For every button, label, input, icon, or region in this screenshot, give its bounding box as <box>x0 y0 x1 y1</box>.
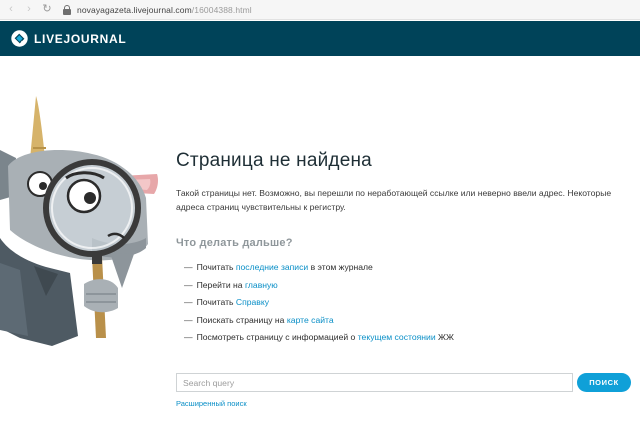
url-host: novayagazeta.livejournal.com <box>77 4 192 15</box>
list-item: — Почитать последние записи в этом журнал… <box>184 262 373 272</box>
site-header: LIVEJOURNAL <box>0 21 640 56</box>
list-item: — Посмотреть страницу с информацией о тек… <box>184 332 454 342</box>
livejournal-logo-icon <box>11 30 28 47</box>
lock-icon <box>62 4 72 15</box>
error-description: Такой страницы нет. Возможно, вы перешли… <box>176 188 612 212</box>
list-item: — Перейти на главную <box>184 279 278 290</box>
url-text[interactable]: novayagazeta.livejournal.com/16004388.ht… <box>77 5 252 15</box>
goat-magnifier-illustration <box>0 88 165 368</box>
url-path: /16004388.html <box>191 4 252 15</box>
error-content: Страница не найдена Такой страницы нет. … <box>176 150 621 347</box>
current-status-link[interactable]: текущем состоянии <box>358 332 436 342</box>
livejournal-logo[interactable]: LIVEJOURNAL <box>11 30 126 47</box>
advanced-search-link[interactable]: Расширенный поиск <box>176 399 247 408</box>
home-link[interactable]: главную <box>245 280 278 290</box>
sitemap-link[interactable]: карте сайта <box>287 315 334 325</box>
search-input[interactable] <box>176 373 573 392</box>
search-button[interactable]: ПОИСК <box>577 373 631 392</box>
back-icon[interactable]: ‹ <box>4 3 18 17</box>
address-bar[interactable]: novayagazeta.livejournal.com/16004388.ht… <box>62 3 252 17</box>
page-title: Страница не найдена <box>176 150 372 171</box>
list-item: — Поискать страницу на карте сайта <box>184 314 334 325</box>
livejournal-logo-text: LIVEJOURNAL <box>34 31 127 46</box>
browser-toolbar: ‹ › ↻ novayagazeta.livejournal.com/16004… <box>0 0 640 20</box>
search-form: ПОИСК <box>176 373 631 392</box>
help-link[interactable]: Справку <box>236 297 269 307</box>
recent-entries-link[interactable]: последние записи <box>236 262 308 272</box>
next-steps-title: Что делать дальше? <box>176 237 293 249</box>
reload-icon[interactable]: ↻ <box>40 3 54 17</box>
next-steps-list: — Почитать последние записи в этом журнал… <box>184 259 621 347</box>
forward-icon[interactable]: › <box>22 3 36 17</box>
list-item: — Почитать Справку <box>184 297 270 307</box>
